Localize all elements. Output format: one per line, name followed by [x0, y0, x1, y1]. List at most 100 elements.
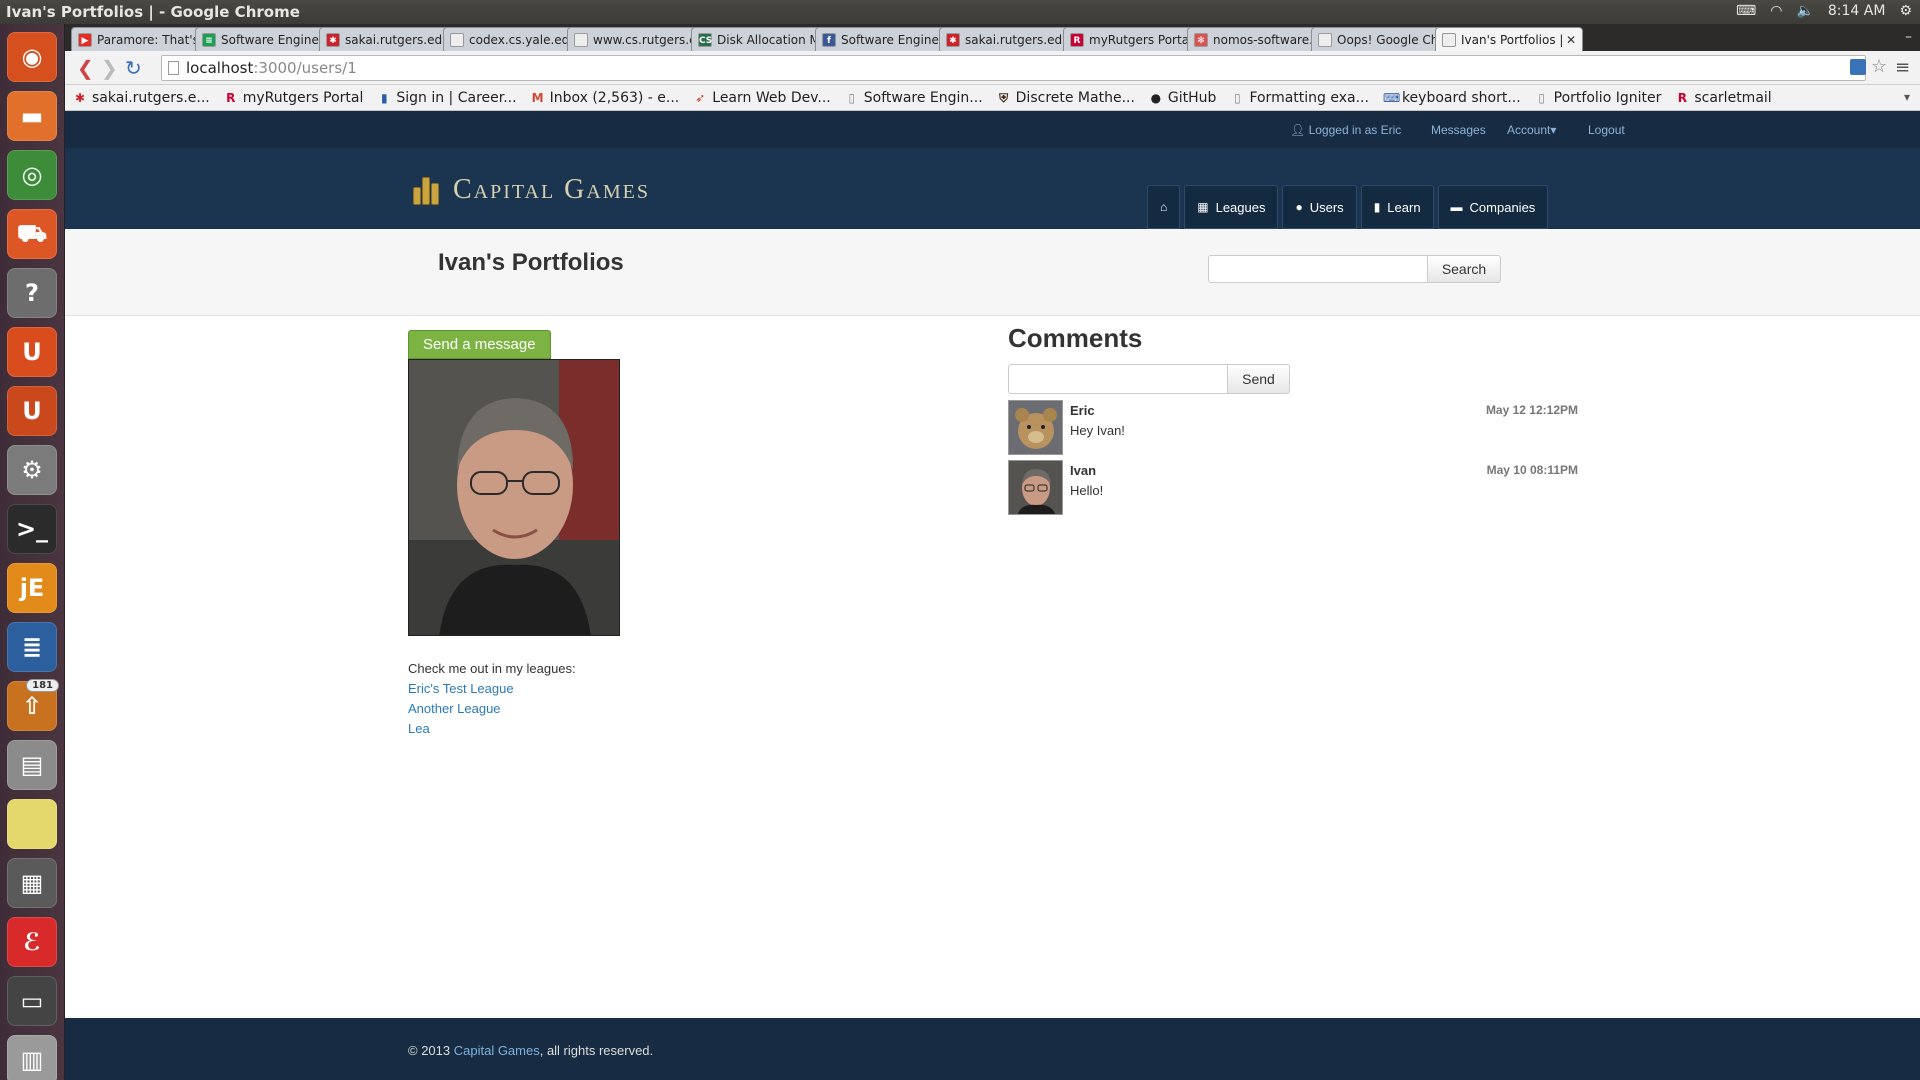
messages-link[interactable]: Messages	[1431, 123, 1486, 137]
bookmark-icon: ▯	[848, 90, 856, 105]
league-link[interactable]: Another League	[408, 701, 501, 716]
workspace-switcher-icon-glyph: ▭	[20, 987, 44, 1015]
forward-icon[interactable]: ❯	[101, 57, 118, 79]
bookmark-item[interactable]: ➶ Learn Web Dev...	[693, 90, 831, 106]
ivan-avatar	[1009, 461, 1062, 514]
back-icon[interactable]: ❮	[77, 57, 94, 79]
writer-icon-glyph: ≣	[21, 633, 43, 661]
footer: © 2013 Capital Games, all rights reserve…	[65, 1018, 1920, 1080]
bookmark-item[interactable]: ● GitHub	[1149, 90, 1217, 106]
ubuntu-one-icon-glyph: U	[22, 338, 42, 366]
bookmark-icon: ➶	[695, 90, 706, 105]
jedit-icon[interactable]: jE	[7, 563, 57, 613]
chrome-icon[interactable]: ◎	[7, 150, 57, 200]
bookmarks-overflow-icon[interactable]: ▾	[1904, 90, 1910, 104]
comment-timestamp: May 12 12:12PM	[1485, 403, 1578, 417]
nav-leagues[interactable]: ▦ Leagues	[1184, 185, 1279, 229]
url-host: localhost	[186, 59, 254, 77]
ubuntu-one-music-icon[interactable]: U	[7, 386, 57, 436]
clock[interactable]: 8:14 AM	[1828, 3, 1886, 19]
nav-home[interactable]: ⌂	[1147, 185, 1181, 229]
files-icon[interactable]: ▬	[7, 91, 57, 141]
bookmark-item[interactable]: M Inbox (2,563) - e...	[531, 90, 680, 106]
scanner-icon[interactable]: ▤	[7, 740, 57, 790]
ubuntu-one-icon[interactable]: U	[7, 327, 57, 377]
chrome-menu-icon[interactable]: ≡	[1895, 57, 1910, 78]
bookmark-item[interactable]: ▯ Portfolio Igniter	[1535, 90, 1661, 106]
comment-item: Eric Hey Ivan! May 12 12:12PM	[1008, 400, 1578, 456]
search-input[interactable]	[1208, 255, 1428, 283]
avatar[interactable]	[1008, 400, 1063, 455]
briefcase-icon: ▬	[1450, 200, 1463, 214]
tab-active[interactable]: Ivan's Portfolios | ✕	[1435, 27, 1583, 51]
comment-author[interactable]: Eric	[1070, 403, 1095, 418]
nav-companies[interactable]: ▬ Companies	[1437, 185, 1549, 229]
send-message-button[interactable]: Send a message	[408, 330, 551, 359]
tab-title: Software Enginee	[221, 32, 322, 47]
bookmark-label: Discrete Mathe...	[1015, 89, 1135, 106]
keyboard-icon[interactable]: ⌨	[1736, 3, 1756, 19]
comment-send-button[interactable]: Send	[1227, 364, 1290, 394]
bookmark-item[interactable]: ▮ Sign in | Career...	[377, 90, 517, 106]
update-manager-icon[interactable]: ⇧ 181	[7, 679, 59, 731]
footer-site-link[interactable]: Capital Games	[454, 1043, 540, 1058]
software-center-icon[interactable]: ⛟	[7, 209, 57, 259]
gear-icon[interactable]: ⚙	[1899, 3, 1912, 19]
bookmark-item[interactable]: ✱ sakai.rutgers.e...	[73, 90, 210, 106]
search-button[interactable]: Search	[1427, 255, 1501, 283]
workspace-switcher-icon[interactable]: ▭	[7, 976, 57, 1026]
ubuntu-dash-icon[interactable]: ◉	[7, 32, 57, 82]
bookmark-item[interactable]: Rscarletmail	[1675, 90, 1772, 106]
system-settings-icon[interactable]: ⚙	[7, 445, 57, 495]
coins-icon	[413, 175, 441, 205]
help-icon[interactable]: ?	[7, 268, 57, 318]
software-center-icon-glyph: ⛟	[16, 218, 48, 247]
terminal-icon[interactable]: >_	[7, 504, 57, 554]
home-icon: ⌂	[1160, 200, 1168, 214]
notification-badge: 181	[26, 679, 59, 692]
nav-users[interactable]: ● Users	[1282, 185, 1357, 229]
bookmark-star-icon[interactable]: ☆	[1871, 56, 1887, 77]
update-manager-icon-glyph: ⇧	[21, 692, 43, 720]
comment-author[interactable]: Ivan	[1070, 463, 1096, 478]
league-link[interactable]: Lea	[408, 721, 430, 736]
logged-in-link[interactable]: 👤︎ Logged in as Eric	[1290, 123, 1401, 137]
tab-close-icon[interactable]: ✕	[1566, 33, 1576, 47]
extension-icon[interactable]	[1850, 59, 1866, 75]
ubuntu-one-music-icon-glyph: U	[22, 397, 42, 425]
site-logo[interactable]: Capital Games	[413, 174, 650, 206]
writer-icon[interactable]: ≣	[7, 622, 57, 672]
caret-down-icon: ▾	[1550, 123, 1557, 137]
bookmark-item[interactable]: ⌨ keyboard short...	[1383, 90, 1521, 106]
pdf-reader-icon[interactable]: ℰ	[7, 917, 57, 967]
reload-icon[interactable]: ↻	[125, 57, 142, 79]
notes-icon[interactable]	[7, 799, 57, 849]
bookmark-item[interactable]: ⛨ Discrete Mathe...	[997, 90, 1135, 106]
league-link[interactable]: Eric's Test League	[408, 681, 514, 696]
volume-icon[interactable]: 🔈	[1796, 3, 1813, 19]
calculator-icon-glyph: ▦	[20, 869, 44, 897]
account-dropdown[interactable]: Account▾	[1507, 123, 1556, 137]
user-icon: ●	[1295, 200, 1303, 214]
web-page: 👤︎ Logged in as Eric Messages Account▾ L…	[65, 111, 1920, 1080]
bookmark-item[interactable]: ▯ Formatting exa...	[1230, 90, 1369, 106]
chrome-icon-glyph: ◎	[21, 161, 43, 189]
wifi-icon[interactable]: ◠	[1770, 3, 1782, 19]
calculator-icon[interactable]: ▦	[7, 858, 57, 908]
bookmark-label: myRutgers Portal	[242, 89, 364, 106]
profile-photo	[408, 359, 620, 636]
tab-title: Paramore: That's	[97, 32, 198, 47]
logout-link[interactable]: Logout	[1588, 123, 1625, 137]
bookmark-icon: ▮	[381, 90, 388, 105]
bookmark-item[interactable]: RmyRutgers Portal	[224, 89, 364, 106]
system-tray: ⌨ ◠ 🔈 8:14 AM ⚙	[1736, 3, 1912, 19]
favicon-icon: ≡	[202, 32, 216, 47]
files-icon-glyph: ▬	[20, 102, 44, 130]
nav-learn[interactable]: ▮ Learn	[1360, 185, 1434, 229]
bookmark-item[interactable]: ▯ Software Engin...	[845, 90, 982, 106]
trash-icon[interactable]: ▥	[7, 1035, 57, 1080]
address-bar[interactable]: localhost:3000/users/1	[161, 55, 1866, 81]
window-controls-icon[interactable]: –	[1905, 29, 1912, 45]
comment-input[interactable]	[1008, 364, 1228, 394]
avatar[interactable]	[1008, 460, 1063, 515]
